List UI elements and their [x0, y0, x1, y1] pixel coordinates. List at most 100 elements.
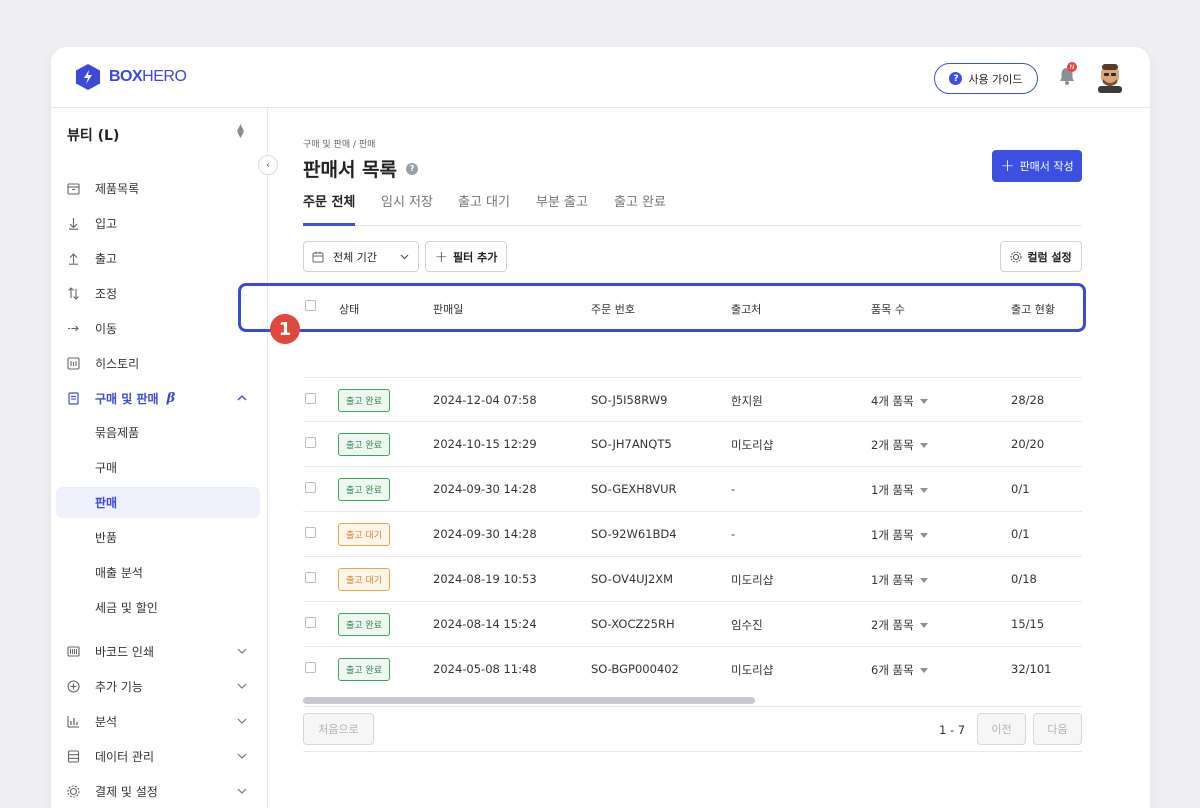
destination: -	[731, 527, 736, 541]
add-filter-label: 필터 추가	[453, 250, 498, 264]
company-switch-icon[interactable]: ▲ ▼	[237, 124, 244, 140]
row-checkbox[interactable]	[305, 527, 316, 538]
tab-all-orders[interactable]: 주문 전체	[303, 192, 356, 226]
sidebar-item-adjust[interactable]: 조정	[56, 277, 260, 309]
sidebar-item-billing-settings[interactable]: 결제 및 설정	[56, 775, 260, 807]
table-row[interactable]: 출고 대기 2024-08-19 10:53 SO-OV4UJ2XM 미도리샵 …	[303, 557, 1082, 602]
logo[interactable]: BOXHERO	[75, 63, 187, 91]
order-number: SO-J5I58RW9	[591, 393, 668, 407]
table-row[interactable]: 출고 완료 2024-12-04 07:58 SO-J5I58RW9 한지원 4…	[303, 377, 1082, 422]
sidebar-subitem-sales[interactable]: 판매	[56, 487, 260, 518]
destination: 미도리샵	[731, 663, 774, 677]
sidebar-item-transfer[interactable]: 이동	[56, 312, 260, 344]
sidebar-item-analytics[interactable]: 분석	[56, 705, 260, 737]
shipment-progress: 20/20	[1011, 437, 1045, 451]
previous-page-button[interactable]: 이전	[977, 713, 1026, 745]
chevron-up-icon	[237, 395, 247, 401]
column-header-destination[interactable]: 출고처	[731, 301, 761, 317]
sidebar-item-label: 히스토리	[95, 356, 140, 371]
sidebar-item-data-management[interactable]: 데이터 관리	[56, 740, 260, 772]
item-count[interactable]: 1개 품목	[871, 482, 928, 498]
create-sales-order-button[interactable]: + 판매서 작성	[992, 150, 1082, 182]
item-count[interactable]: 6개 품목	[871, 662, 928, 678]
sidebar-item-label: 제품목록	[95, 181, 140, 196]
column-header-status[interactable]: 상태	[339, 301, 359, 317]
period-select-value: 전체 기간	[333, 250, 377, 264]
sidebar-item-label: 이동	[95, 321, 118, 336]
row-checkbox[interactable]	[305, 437, 316, 448]
order-number: SO-92W61BD4	[591, 527, 677, 541]
row-checkbox[interactable]	[305, 572, 316, 583]
row-checkbox[interactable]	[305, 617, 316, 628]
column-header-item-count[interactable]: 품목 수	[871, 301, 905, 317]
sidebar-item-purchase-sales[interactable]: 구매 및 판매 β	[56, 382, 260, 414]
history-icon	[66, 356, 80, 370]
arrow-up-icon	[66, 251, 80, 265]
shipment-progress: 0/1	[1011, 527, 1030, 541]
item-count[interactable]: 2개 품목	[871, 437, 928, 453]
column-header-shipment-status[interactable]: 출고 현황	[1011, 301, 1055, 317]
chevron-down-icon	[237, 718, 247, 724]
row-checkbox[interactable]	[305, 662, 316, 673]
table-divider	[303, 751, 1082, 752]
select-all-checkbox[interactable]	[305, 300, 316, 311]
destination: 미도리샵	[731, 573, 774, 587]
caret-down-icon	[919, 533, 928, 538]
row-checkbox[interactable]	[305, 482, 316, 493]
company-name[interactable]: 뷰티 (L)	[67, 125, 119, 145]
horizontal-scrollbar[interactable]	[303, 697, 755, 704]
period-select[interactable]: 전체 기간	[303, 241, 419, 272]
table-row[interactable]: 출고 대기 2024-09-30 14:28 SO-92W61BD4 - 1개 …	[303, 512, 1082, 557]
shipment-progress: 32/101	[1011, 662, 1052, 676]
sale-date: 2024-09-30 14:28	[433, 527, 537, 541]
sidebar-subitem-bundles[interactable]: 묶음제품	[56, 417, 260, 448]
table-row[interactable]: 출고 완료 2024-10-15 12:29 SO-JH7ANQT5 미도리샵 …	[303, 422, 1082, 467]
tab-shipped[interactable]: 출고 완료	[614, 192, 666, 226]
sidebar-item-barcode[interactable]: 바코드 인쇄	[56, 635, 260, 667]
tab-draft[interactable]: 임시 저장	[381, 192, 433, 226]
sidebar-item-products[interactable]: 제품목록	[56, 172, 260, 204]
table-row[interactable]: 출고 완료 2024-09-30 14:28 SO-GEXH8VUR - 1개 …	[303, 467, 1082, 512]
table-row[interactable]: 출고 완료 2024-08-14 15:24 SO-XOCZ25RH 임수진 2…	[303, 602, 1082, 647]
column-settings-button[interactable]: 컬럼 설정	[1000, 241, 1082, 272]
item-count[interactable]: 4개 품목	[871, 393, 928, 409]
sidebar-subitem-tax-discount[interactable]: 세금 및 할인	[56, 592, 260, 623]
caret-down-icon	[919, 399, 928, 404]
sidebar-item-addons[interactable]: 추가 기능	[56, 670, 260, 702]
avatar[interactable]	[1095, 61, 1125, 93]
document-icon	[66, 391, 80, 405]
item-count[interactable]: 1개 품목	[871, 572, 928, 588]
tab-partial-shipment[interactable]: 부분 출고	[536, 192, 588, 226]
sidebar-collapse-button[interactable]: ‹	[258, 155, 278, 175]
sidebar-item-history[interactable]: 히스토리	[56, 347, 260, 379]
sidebar-item-label: 바코드 인쇄	[95, 644, 155, 659]
sidebar-subitem-returns[interactable]: 반품	[56, 522, 260, 553]
table-row[interactable]: 출고 완료 2024-05-08 11:48 SO-BGP000402 미도리샵…	[303, 647, 1082, 692]
item-count[interactable]: 2개 품목	[871, 617, 928, 633]
order-number: SO-GEXH8VUR	[591, 482, 677, 496]
sidebar-item-label: 결제 및 설정	[95, 784, 158, 799]
next-page-button[interactable]: 다음	[1033, 713, 1082, 745]
shipment-progress: 0/1	[1011, 482, 1030, 496]
plus-circle-icon	[66, 679, 80, 693]
user-guide-button[interactable]: ? 사용 가이드	[934, 63, 1038, 94]
row-checkbox[interactable]	[305, 393, 316, 404]
sidebar-item-outbound[interactable]: 출고	[56, 242, 260, 274]
question-icon: ?	[949, 72, 963, 85]
shipment-progress: 0/18	[1011, 572, 1037, 586]
sidebar-item-label: 출고	[95, 251, 118, 266]
boxhero-logo-icon	[76, 64, 100, 90]
box-icon	[66, 181, 80, 195]
sidebar-item-inbound[interactable]: 입고	[56, 207, 260, 239]
add-filter-button[interactable]: + 필터 추가	[425, 241, 507, 272]
first-page-button[interactable]: 처음으로	[303, 713, 374, 745]
tab-pending-shipment[interactable]: 출고 대기	[458, 192, 510, 226]
column-header-order-number[interactable]: 주문 번호	[591, 301, 635, 317]
item-count[interactable]: 1개 품목	[871, 527, 928, 543]
caret-down-icon	[919, 443, 928, 448]
column-header-sale-date[interactable]: 판매일	[433, 301, 463, 317]
help-icon[interactable]: ?	[406, 162, 419, 175]
sidebar-subitem-sales-analysis[interactable]: 매출 분석	[56, 557, 260, 588]
sidebar-subitem-purchase[interactable]: 구매	[56, 452, 260, 483]
item-count-label: 6개 품목	[871, 663, 914, 677]
